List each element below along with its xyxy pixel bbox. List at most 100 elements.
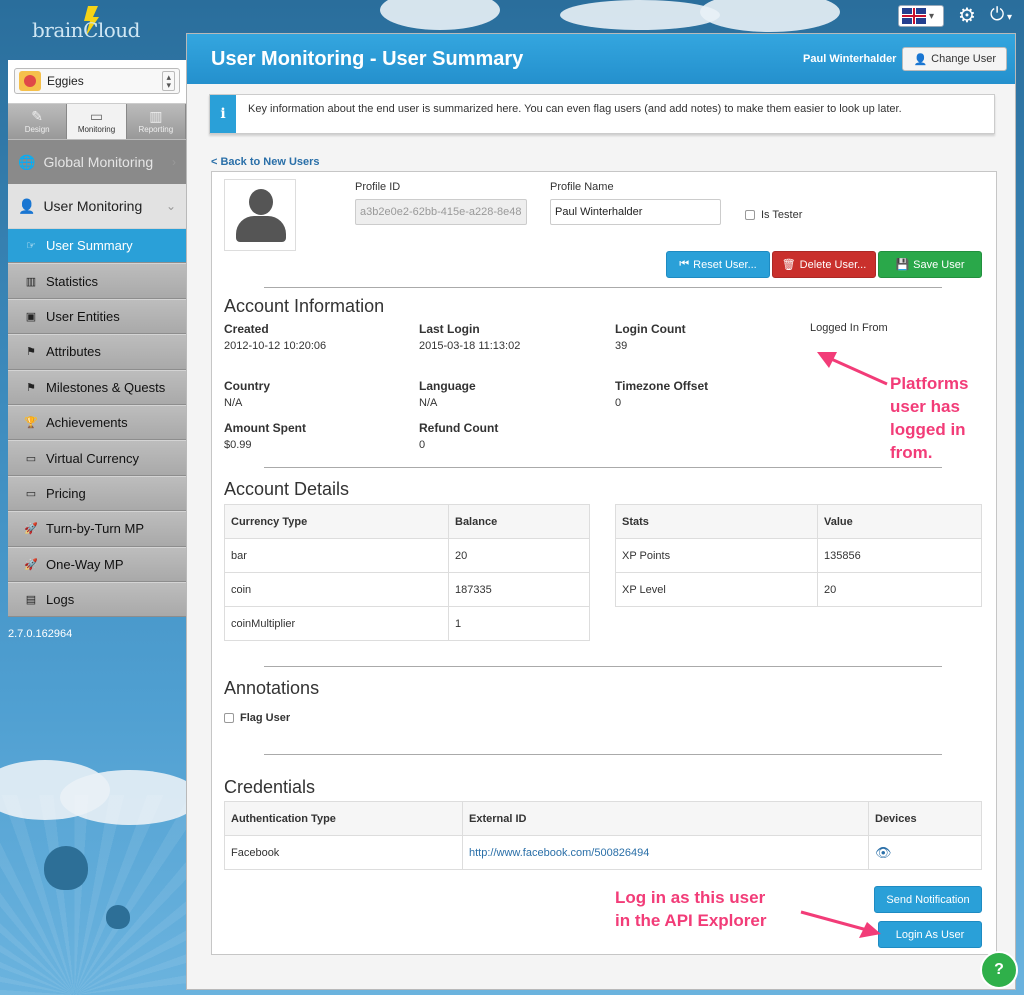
sidebar-item-label: User Entities [46,308,120,324]
country-value: N/A [224,397,243,409]
credentials-table: Authentication Type External ID Devices … [224,801,982,870]
refund-count-label: Refund Count [419,421,499,435]
profile-id-field: a3b2e0e2-62bb-415e-a228-8e48 [355,199,527,225]
column-header: Devices [868,801,982,836]
table-header-row: Currency Type Balance [224,504,590,539]
sidebar-section-user-monitoring[interactable]: 👤 User Monitoring ⌄ [8,184,186,228]
logo-text: brainCloud [32,18,141,42]
pencil-icon: ✎ [31,108,44,124]
app-avatar [19,71,41,91]
profile-name-field[interactable]: Paul Winterhalder [550,199,721,225]
column-header: Value [817,504,982,539]
column-header: External ID [462,801,869,836]
app-selector: Eggies ▴ ▾ [8,60,186,104]
eye-icon[interactable]: 👁 [875,845,892,860]
version-label: 2.7.0.162964 [8,628,73,640]
sidebar-item-user-summary[interactable]: ☞ User Summary [8,228,194,264]
app-select-dropdown[interactable]: Eggies ▴ ▾ [14,68,180,94]
table-row: bar 20 [224,538,590,573]
tab-reporting[interactable]: ▥ Reporting [126,104,186,139]
language-select[interactable]: ▾ [898,5,944,27]
change-user-button[interactable]: 👤 Change User [902,47,1007,71]
send-notification-button[interactable]: Send Notification [874,886,982,913]
table-row: coinMultiplier 1 [224,606,590,641]
last-login-label: Last Login [419,322,480,336]
arrow-callout-platforms [817,352,888,386]
user-icon: 👤 [18,197,36,214]
sidebar-item-logs[interactable]: ▤ Logs [8,581,186,618]
divider [264,666,942,667]
table-cell: http://www.facebook.com/500826494 [462,835,869,870]
info-icon: i [210,95,236,133]
external-id-link[interactable]: http://www.facebook.com/500826494 [469,847,649,859]
help-chat-button[interactable]: ? [980,951,1018,989]
sidebar-item-achievements[interactable]: 🏆 Achievements [8,404,186,441]
save-user-button[interactable]: 💾 Save User [878,251,982,278]
sidebar-item-turn-by-turn-mp[interactable]: 🚀 Turn-by-Turn MP [8,511,186,547]
table-cell: 187335 [448,572,590,607]
rocket-icon: 🚀 [24,558,38,571]
sidebar-item-statistics[interactable]: ▥ Statistics [8,263,186,299]
sidebar-item-label: Achievements [46,415,128,431]
flag-icon: ⚑ [26,346,36,359]
log-icon: ▤ [25,594,37,607]
power-icon[interactable]: ⏻ ▾ [990,4,1012,28]
column-header: Currency Type [224,504,449,539]
created-label: Created [224,322,269,336]
account-information-title: Account Information [224,296,385,316]
sidebar-item-label: Statistics [46,273,99,289]
user-icon: 👤 [913,53,928,66]
column-header: Authentication Type [224,801,463,836]
stats-table: Stats Value XP Points 135856 XP Level 20 [615,504,982,607]
refund-count-value: 0 [419,439,426,451]
is-tester-checkbox[interactable]: Is Tester [745,209,802,221]
current-user-name: Paul Winterhalder [803,53,897,65]
country-label: Country [224,379,270,393]
delete-user-button[interactable]: 🗑 Delete User... [772,251,876,278]
sidebar-item-pricing[interactable]: ▭ Pricing [8,475,186,512]
avatar-head [249,189,273,215]
sidebar: Eggies ▴ ▾ ✎ Design ▭ Monitoring ▥ Report… [8,60,194,618]
background-cloud [380,0,500,30]
entity-icon: ▣ [25,310,37,323]
sidebar-item-one-way-mp[interactable]: 🚀 One-Way MP [8,546,186,582]
mode-tabs: ✎ Design ▭ Monitoring ▥ Reporting [8,104,186,140]
platforms-callout: Platforms user has logged in from. [890,372,968,464]
sidebar-item-milestones-quests[interactable]: ⚑ Milestones & Quests [8,369,186,405]
back-to-new-users-link[interactable]: < Back to New Users [211,156,320,168]
hand-pointer-icon: ☞ [26,240,36,253]
tab-design[interactable]: ✎ Design [8,104,68,139]
login-count-label: Login Count [615,322,686,336]
sidebar-item-label: One-Way MP [46,556,124,572]
sidebar-item-virtual-currency[interactable]: ▭ Virtual Currency [8,440,186,476]
tab-monitoring[interactable]: ▭ Monitoring [67,104,127,139]
account-details-title: Account Details [224,479,350,499]
background-rays [0,795,186,995]
divider [264,287,942,288]
login-as-user-button[interactable]: Login As User [878,921,982,948]
sidebar-item-user-entities[interactable]: ▣ User Entities [8,298,186,335]
table-header-row: Authentication Type External ID Devices [224,801,982,836]
save-user-label: Save User [913,258,965,271]
rocket-icon: 🚀 [24,523,38,536]
sidebar-item-attributes[interactable]: ⚑ Attributes [8,334,186,370]
bar-chart-icon: ▥ [25,275,37,288]
monitor-icon: ▭ [89,108,104,124]
arrow-callout-login [800,910,881,938]
sidebar-section-global-monitoring[interactable]: 🌐 Global Monitoring › [8,140,186,184]
reset-user-button[interactable]: ⏮ Reset User... [666,251,770,278]
gear-icon[interactable]: ⚙ [958,6,976,26]
callout-line: from. [890,443,933,462]
table-cell: coin [224,572,449,607]
money-icon: ▭ [25,452,37,465]
page-title: User Monitoring - User Summary [211,47,524,70]
trophy-icon: 🏆 [24,417,38,430]
checkbox-icon [745,210,755,220]
chevron-right-icon: › [172,155,176,169]
table-cell: XP Points [615,538,818,573]
globe-icon: 🌐 [18,153,36,170]
flag-user-checkbox[interactable]: Flag User [224,712,290,724]
sidebar-item-label: Pricing [46,485,86,501]
main-panel: User Monitoring - User Summary Paul Wint… [186,33,1016,990]
flag-user-label: Flag User [240,712,291,724]
